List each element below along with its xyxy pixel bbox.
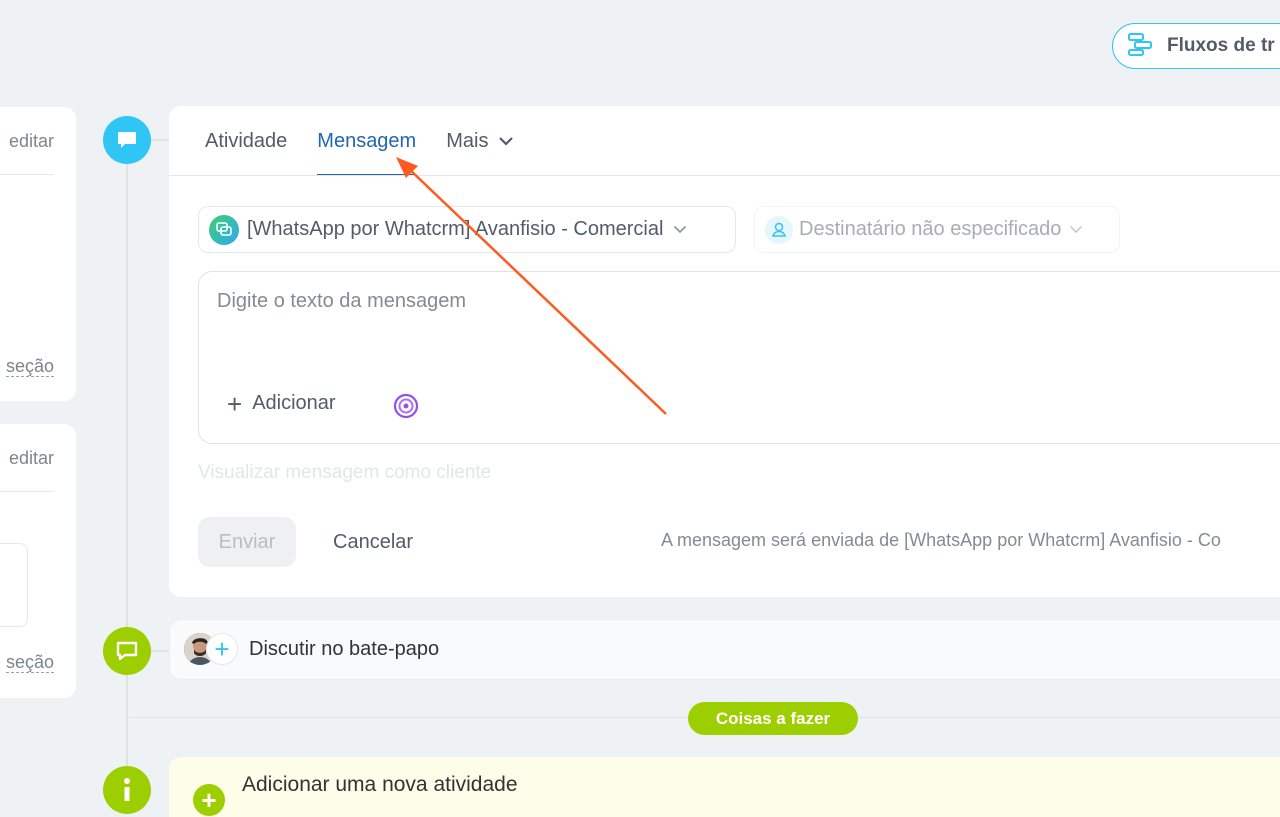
- cancel-button[interactable]: Cancelar: [333, 517, 413, 567]
- chevron-down-icon: [673, 225, 687, 234]
- recipient-selector[interactable]: Destinatário não especificado: [754, 206, 1120, 253]
- channel-name: [WhatsApp por Whatcrm] Avanfisio - Comer…: [247, 218, 664, 240]
- send-button[interactable]: Enviar: [198, 517, 296, 567]
- section-link[interactable]: seção: [5, 652, 54, 673]
- divider: [0, 491, 54, 492]
- divider: [0, 174, 54, 175]
- whatsapp-channel-icon: [209, 214, 239, 245]
- new-activity-row[interactable]: + Adicionar uma nova atividade: [169, 757, 1280, 817]
- timeline-line: [126, 140, 128, 801]
- tabs-divider: [169, 175, 1280, 176]
- timeline-tick: [151, 650, 169, 652]
- add-participant-icon[interactable]: +: [206, 633, 238, 665]
- timeline-tick: [151, 139, 169, 141]
- recipient-name: Destinatário não especificado: [799, 218, 1062, 240]
- tab-more[interactable]: Mais: [446, 106, 514, 176]
- flows-label: Fluxos de tr: [1167, 35, 1275, 56]
- left-panel-1: editar seção: [0, 107, 76, 401]
- edit-link[interactable]: editar: [9, 131, 54, 152]
- section-link[interactable]: seção: [5, 356, 54, 377]
- left-panel-field: [0, 543, 28, 627]
- new-activity-label: Adicionar uma nova atividade: [242, 773, 518, 796]
- tab-message[interactable]: Mensagem: [317, 106, 416, 176]
- user-icon: [765, 215, 793, 244]
- tab-activity[interactable]: Atividade: [205, 106, 287, 176]
- edit-link[interactable]: editar: [9, 448, 54, 469]
- channel-selector[interactable]: [WhatsApp por Whatcrm] Avanfisio - Comer…: [198, 206, 736, 253]
- copilot-icon[interactable]: [392, 392, 420, 425]
- discuss-label: Discutir no bate-papo: [249, 638, 440, 660]
- message-timeline-icon: [103, 116, 151, 164]
- chevron-down-icon: [1069, 225, 1083, 234]
- chat-timeline-icon: [103, 627, 151, 675]
- sender-hint: A mensagem será enviada de [WhatsApp por…: [661, 530, 1221, 550]
- left-panel-2: editar seção: [0, 424, 76, 698]
- tab-bar: Atividade Mensagem Mais: [205, 106, 544, 176]
- discuss-in-chat-row[interactable]: + Discutir no bate-papo: [169, 619, 1280, 680]
- preview-as-client-link[interactable]: Visualizar mensagem como cliente: [198, 462, 491, 484]
- message-composer-card: Atividade Mensagem Mais [WhatsApp por Wh…: [169, 106, 1280, 597]
- info-timeline-icon: [103, 766, 151, 814]
- chevron-down-icon: [498, 136, 514, 146]
- message-box: + Adicionar: [198, 271, 1280, 444]
- todo-badge: Coisas a fazer: [688, 702, 858, 735]
- add-label: Adicionar: [252, 392, 336, 414]
- flows-icon: [1127, 31, 1153, 62]
- tab-label: Mais: [446, 130, 489, 152]
- add-button[interactable]: + Adicionar: [227, 388, 336, 419]
- plus-icon: +: [193, 784, 225, 816]
- flows-button[interactable]: Fluxos de tr: [1112, 23, 1280, 69]
- tab-label: Mensagem: [317, 130, 417, 152]
- message-input[interactable]: [217, 290, 1117, 350]
- tab-label: Atividade: [205, 130, 288, 152]
- plus-icon: +: [227, 388, 243, 419]
